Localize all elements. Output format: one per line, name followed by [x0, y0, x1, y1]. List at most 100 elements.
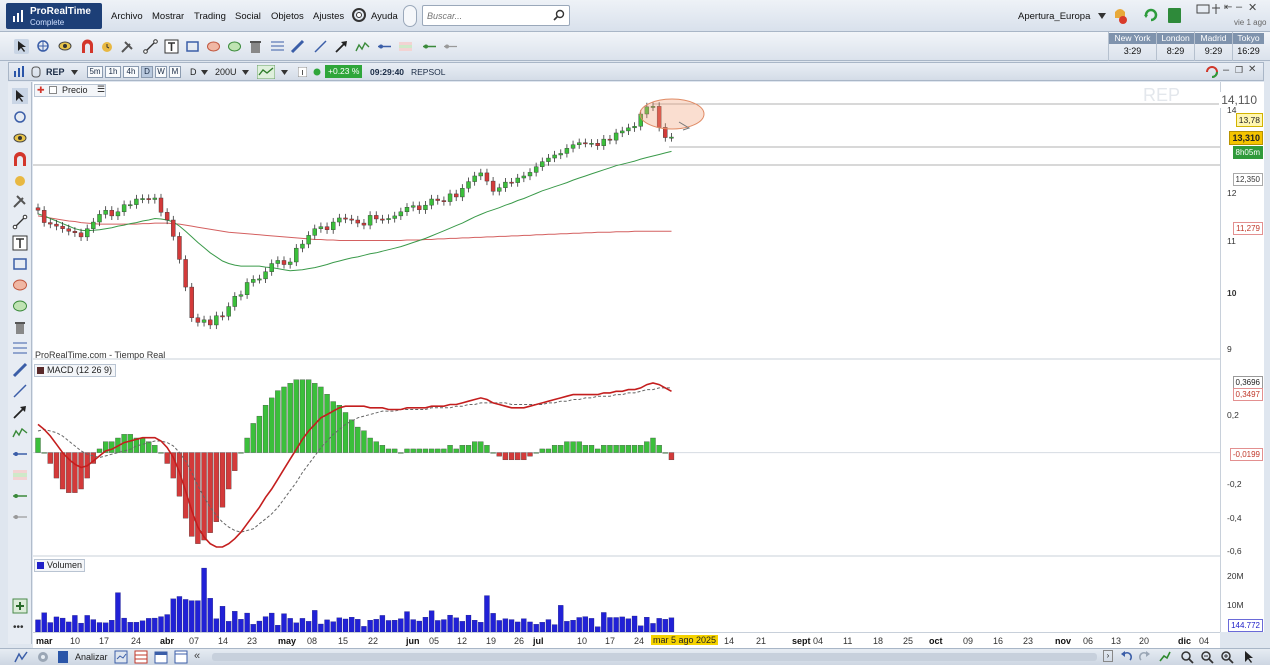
trendline-icon[interactable] — [313, 39, 328, 54]
zigzag-icon[interactable] — [12, 425, 28, 441]
line-tool-icon[interactable] — [12, 214, 28, 230]
channel-tool-icon[interactable] — [398, 39, 413, 54]
chart-area[interactable]: ✚ Precio ☰ ProRealTime.com - Tiempo Real… — [33, 82, 1264, 632]
menu-ayuda[interactable]: Ayuda — [371, 11, 398, 22]
search-box[interactable] — [422, 5, 570, 26]
social-icon[interactable] — [403, 5, 417, 27]
close-panel-icon[interactable]: ✚ — [37, 85, 45, 96]
calendar-icon[interactable] — [154, 650, 168, 664]
arrow-tool-icon[interactable] — [334, 39, 349, 54]
alarm-icon[interactable] — [12, 172, 28, 188]
window-icon[interactable] — [174, 650, 188, 664]
hline-green-icon[interactable] — [12, 488, 28, 504]
magnet-icon[interactable] — [12, 151, 28, 167]
menu-archivo[interactable]: Archivo — [111, 11, 143, 22]
chart-bars-icon[interactable] — [13, 66, 25, 77]
chart-canvas[interactable] — [33, 82, 1220, 632]
chart-close-icon[interactable]: ✕ — [1248, 64, 1256, 75]
rectangle-tool-icon[interactable] — [185, 39, 200, 54]
magnet-icon[interactable] — [80, 39, 95, 54]
scroll-right-button[interactable]: › — [1103, 650, 1113, 662]
search-icon[interactable] — [553, 9, 565, 21]
period-1h[interactable]: 1h — [105, 66, 121, 78]
panel-settings-icon[interactable] — [49, 86, 57, 94]
fibonacci-icon[interactable] — [270, 39, 285, 54]
channel-tool-icon[interactable] — [12, 467, 28, 483]
help-lifebuoy-icon[interactable] — [352, 8, 366, 22]
cursor-icon[interactable] — [12, 88, 28, 104]
ellipse-tool-icon[interactable] — [12, 277, 28, 293]
chevron-down-icon[interactable] — [71, 70, 78, 75]
chart-restore-icon[interactable]: ❐ — [1235, 65, 1243, 76]
hline-gray-icon[interactable] — [12, 509, 28, 525]
line-tool-icon[interactable] — [143, 39, 158, 54]
excel-icon[interactable] — [1168, 8, 1181, 23]
period-w[interactable]: W — [155, 66, 167, 78]
workspace-select[interactable]: Apertura_Europa — [1018, 11, 1090, 22]
table-icon[interactable] — [134, 650, 148, 664]
menu-mostrar[interactable]: Mostrar — [152, 11, 184, 22]
trash-icon[interactable] — [12, 319, 28, 335]
menu-icon[interactable]: ☰ — [97, 84, 105, 95]
shape-tool-icon[interactable] — [227, 39, 242, 54]
crosshair-icon[interactable] — [36, 39, 51, 54]
zoom-out-icon[interactable] — [1200, 650, 1214, 664]
timeframe-select[interactable]: D — [190, 67, 197, 77]
layout-icon[interactable] — [1196, 4, 1210, 14]
zoom-eye-icon[interactable] — [12, 130, 28, 146]
redo-icon[interactable] — [1138, 650, 1151, 663]
collapse-left-icon[interactable]: « — [194, 650, 200, 662]
period-m[interactable]: M — [169, 66, 181, 78]
chevron-down-icon[interactable] — [201, 70, 208, 75]
zoom-in-icon[interactable] — [1220, 650, 1234, 664]
symbol-select[interactable]: REP — [46, 67, 65, 77]
ruler-icon[interactable] — [290, 39, 305, 54]
chart-minimize-icon[interactable]: – — [1223, 64, 1229, 76]
text-tool-icon[interactable] — [12, 235, 28, 251]
shape-tool-icon[interactable] — [12, 298, 28, 314]
period-d[interactable]: D — [141, 66, 153, 78]
tools-icon[interactable] — [120, 39, 135, 54]
refresh-icon[interactable] — [1143, 7, 1159, 23]
units-select[interactable]: 200U — [215, 67, 237, 77]
more-icon[interactable]: ••• — [13, 622, 24, 633]
alarm-icon[interactable] — [100, 39, 115, 54]
chevron-down-icon[interactable] — [242, 70, 249, 75]
period-5m[interactable]: 5m — [87, 66, 103, 78]
chevron-down-icon[interactable] — [1098, 13, 1106, 19]
draw-icon[interactable] — [14, 650, 28, 664]
hline-tool-icon[interactable] — [12, 446, 28, 462]
cursor-icon[interactable] — [14, 39, 29, 54]
horizontal-scrollbar[interactable] — [212, 653, 1097, 661]
zigzag-icon[interactable] — [355, 39, 370, 54]
ellipse-tool-icon[interactable] — [206, 39, 221, 54]
hline-gray-icon[interactable] — [443, 39, 458, 54]
hline-tool-icon[interactable] — [377, 39, 392, 54]
ruler-icon[interactable] — [12, 362, 28, 378]
arrow-tool-icon[interactable] — [12, 404, 28, 420]
minimize-icon[interactable]: – — [1236, 1, 1242, 13]
menu-ajustes[interactable]: Ajustes — [313, 11, 344, 22]
hline-green-icon[interactable] — [422, 39, 437, 54]
info-icon[interactable] — [298, 67, 307, 77]
undo-icon[interactable] — [1120, 650, 1133, 663]
trash-icon[interactable] — [248, 39, 263, 54]
search-input[interactable] — [423, 6, 547, 25]
rectangle-tool-icon[interactable] — [12, 256, 28, 272]
tools-icon[interactable] — [12, 193, 28, 209]
analyze-button[interactable]: Analizar — [75, 652, 108, 662]
link-icon[interactable] — [31, 66, 41, 78]
crosshair-icon[interactable] — [12, 109, 28, 125]
close-icon[interactable]: ✕ — [1248, 1, 1257, 14]
zoom-fit-icon[interactable] — [1180, 650, 1194, 664]
chart-style-icon[interactable] — [257, 65, 275, 79]
text-tool-icon[interactable] — [164, 39, 179, 54]
auto-scale-icon[interactable] — [1158, 650, 1171, 663]
settings-gear-icon[interactable] — [36, 650, 50, 664]
chevron-down-icon[interactable] — [281, 70, 288, 75]
fibonacci-icon[interactable] — [12, 340, 28, 356]
period-4h[interactable]: 4h — [123, 66, 139, 78]
add-indicator-icon[interactable] — [12, 598, 28, 614]
pin-icon[interactable] — [1211, 4, 1221, 14]
menu-objetos[interactable]: Objetos — [271, 11, 304, 22]
